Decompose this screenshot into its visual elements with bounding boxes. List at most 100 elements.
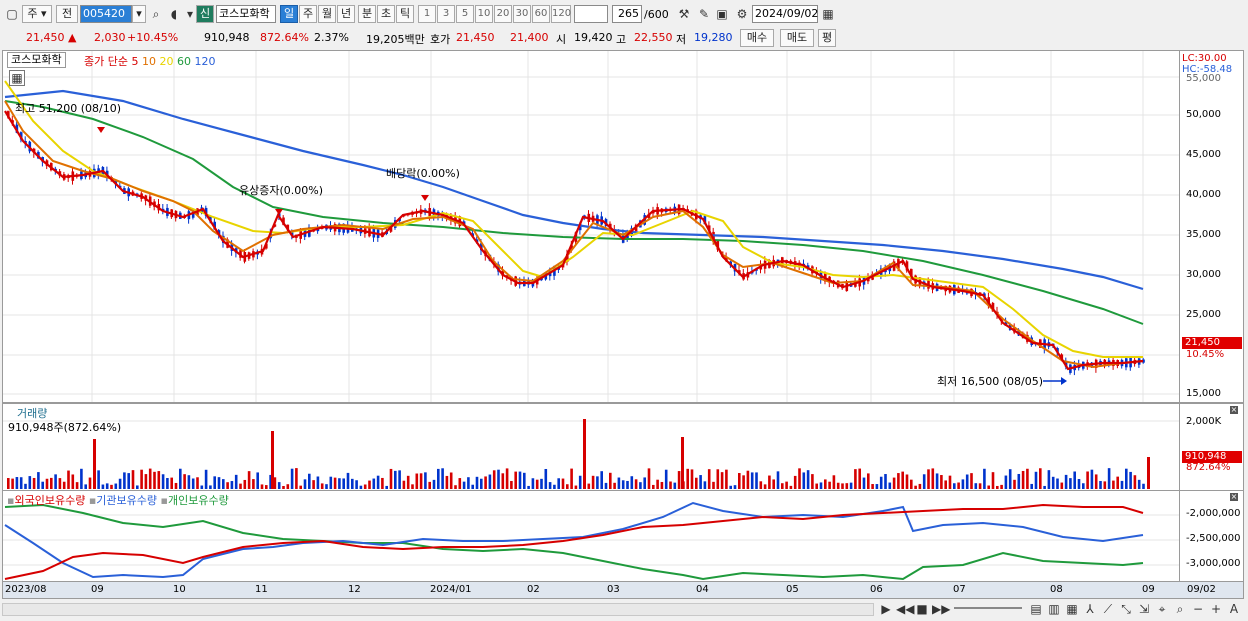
- interval-30[interactable]: 30: [513, 5, 531, 23]
- volume-bar: [931, 468, 935, 489]
- volume-bar: [140, 469, 143, 489]
- volume-bar: [1133, 475, 1137, 489]
- interval-3[interactable]: 3: [437, 5, 455, 23]
- new-button[interactable]: 신: [196, 5, 214, 23]
- fast-forward-icon[interactable]: ▶▶: [932, 600, 950, 618]
- volume-panel[interactable]: 거래량 910,948주(872.64%): [2, 403, 1180, 491]
- chart-settings-icon[interactable]: ⚒: [676, 5, 692, 23]
- zoom-out-icon[interactable]: −: [1190, 600, 1206, 618]
- close-icon[interactable]: ×: [1230, 406, 1238, 414]
- volume-bar: [320, 483, 324, 489]
- count-input[interactable]: 265: [612, 5, 642, 23]
- layout2-icon[interactable]: ▥: [1046, 600, 1062, 618]
- candlestick-series: [7, 110, 1145, 376]
- y-tick: 35,000: [1186, 229, 1221, 240]
- stock-code-input[interactable]: 005420: [80, 5, 132, 23]
- indicator-icon[interactable]: ⅄: [1082, 600, 1098, 618]
- ma-legend[interactable]: 종가 단순 5 10 20 60 120: [84, 53, 215, 69]
- y-tick: 30,000: [1186, 269, 1221, 280]
- volume-bar: [484, 476, 487, 489]
- date-input[interactable]: 2024/09/02: [752, 5, 818, 23]
- open-price: 19,420: [574, 31, 613, 44]
- zoom-slider[interactable]: [954, 607, 1022, 609]
- sell-button[interactable]: 매도: [780, 29, 814, 47]
- close-icon[interactable]: ×: [1230, 493, 1238, 501]
- line-icon[interactable]: ⟋: [1100, 600, 1116, 618]
- price-chart-panel[interactable]: 최고 51,200 (08/10) 유상증자(0.00%) 배당락(0.00%)…: [2, 50, 1180, 403]
- stop-icon[interactable]: ■: [914, 600, 930, 618]
- stock-legend[interactable]: 코스모화학: [7, 52, 66, 68]
- layout-icon[interactable]: ▤: [1028, 600, 1044, 618]
- rewind-icon[interactable]: ◀◀: [896, 600, 914, 618]
- period-year[interactable]: 년: [337, 5, 355, 23]
- volume-bar: [922, 474, 926, 489]
- quote-bar: 21,450 ▲ 2,030 +10.45% 910,948 872.64% 2…: [0, 28, 1248, 48]
- prev-button[interactable]: 전: [56, 5, 78, 23]
- volume-bar: [24, 483, 27, 489]
- current-price: 21,450: [26, 31, 65, 44]
- fit-icon[interactable]: ⇲: [1136, 600, 1152, 618]
- y-tick: 45,000: [1186, 149, 1221, 160]
- volume-bar: [406, 475, 410, 489]
- volume-bar: [428, 481, 431, 489]
- volume-bar: [892, 477, 896, 489]
- scroll-bar[interactable]: ▶ ◀◀ ■ ▶▶ ▤ ▥ ▦ ⅄ ⟋ ⤡ ⇲ ⌖ ⌕ − + A: [2, 600, 1244, 618]
- volume-bar: [901, 471, 904, 489]
- calendar-icon[interactable]: ▦: [820, 5, 836, 23]
- calculator-icon[interactable]: ▦: [9, 70, 25, 86]
- period-second[interactable]: 초: [377, 5, 395, 23]
- x-label: 09: [1142, 584, 1155, 595]
- search-icon[interactable]: ⌕: [148, 5, 164, 23]
- volume-bar: [282, 485, 285, 489]
- volume-bar: [669, 481, 672, 489]
- volume-bar: [1060, 482, 1064, 489]
- period-minute[interactable]: 분: [358, 5, 376, 23]
- buy-button[interactable]: 매수: [740, 29, 774, 47]
- window-icon[interactable]: ▢: [4, 5, 20, 23]
- volume-bar: [591, 475, 595, 489]
- period-day[interactable]: 일: [280, 5, 298, 23]
- holdings-legend[interactable]: ▪외국인보유수량 ▪기관보유수량 ▪개인보유수량: [7, 492, 229, 508]
- volume-bar: [303, 479, 307, 489]
- holdings-axis: -2,000,000 -2,500,000 -3,000,000 ×: [1180, 490, 1244, 582]
- interval-input[interactable]: [574, 5, 608, 23]
- chart-type-icon[interactable]: ▦: [1064, 600, 1080, 618]
- period-week[interactable]: 주: [299, 5, 317, 23]
- interval-5[interactable]: 5: [456, 5, 474, 23]
- draw-icon[interactable]: ✎: [696, 5, 712, 23]
- save-icon[interactable]: ▣: [714, 5, 730, 23]
- volume-bar: [368, 480, 371, 489]
- volume-spike-bar: [93, 439, 96, 489]
- average-button[interactable]: 평: [818, 29, 836, 47]
- high-label: 고: [616, 33, 627, 46]
- market-select[interactable]: 주 ▾: [22, 5, 52, 23]
- volume-bar: [1142, 483, 1145, 489]
- holdings-panel[interactable]: ▪외국인보유수량 ▪기관보유수량 ▪개인보유수량: [2, 490, 1180, 582]
- interval-1[interactable]: 1: [418, 5, 436, 23]
- holdings-tick: -2,500,000: [1186, 533, 1241, 544]
- interval-120[interactable]: 120: [551, 5, 571, 23]
- interval-20[interactable]: 20: [494, 5, 512, 23]
- volume-bar: [97, 470, 100, 489]
- interval-10[interactable]: 10: [475, 5, 493, 23]
- gear-icon[interactable]: ⚙: [734, 5, 750, 23]
- speaker-icon[interactable]: ◖: [166, 5, 182, 23]
- chevron-down-icon[interactable]: ▾: [132, 5, 146, 23]
- volume-bar: [755, 472, 758, 489]
- trend-icon[interactable]: ⤡: [1118, 600, 1134, 618]
- zoom-in-icon[interactable]: +: [1208, 600, 1224, 618]
- volume-bar: [1051, 476, 1055, 489]
- volume-bar: [707, 469, 711, 489]
- play-right-icon[interactable]: ▶: [878, 600, 894, 618]
- period-month[interactable]: 월: [318, 5, 336, 23]
- volume-bar: [28, 476, 32, 489]
- volume-bar: [127, 473, 130, 489]
- magnifier-icon[interactable]: ⌕: [1172, 600, 1188, 618]
- trade-amount: 19,205백만: [366, 33, 425, 46]
- period-tick[interactable]: 틱: [396, 5, 414, 23]
- crosshair-icon[interactable]: ⌖: [1154, 600, 1170, 618]
- scroll-track[interactable]: [2, 603, 874, 616]
- interval-60[interactable]: 60: [532, 5, 550, 23]
- text-icon[interactable]: A: [1226, 600, 1242, 618]
- volume-bar: [71, 474, 75, 489]
